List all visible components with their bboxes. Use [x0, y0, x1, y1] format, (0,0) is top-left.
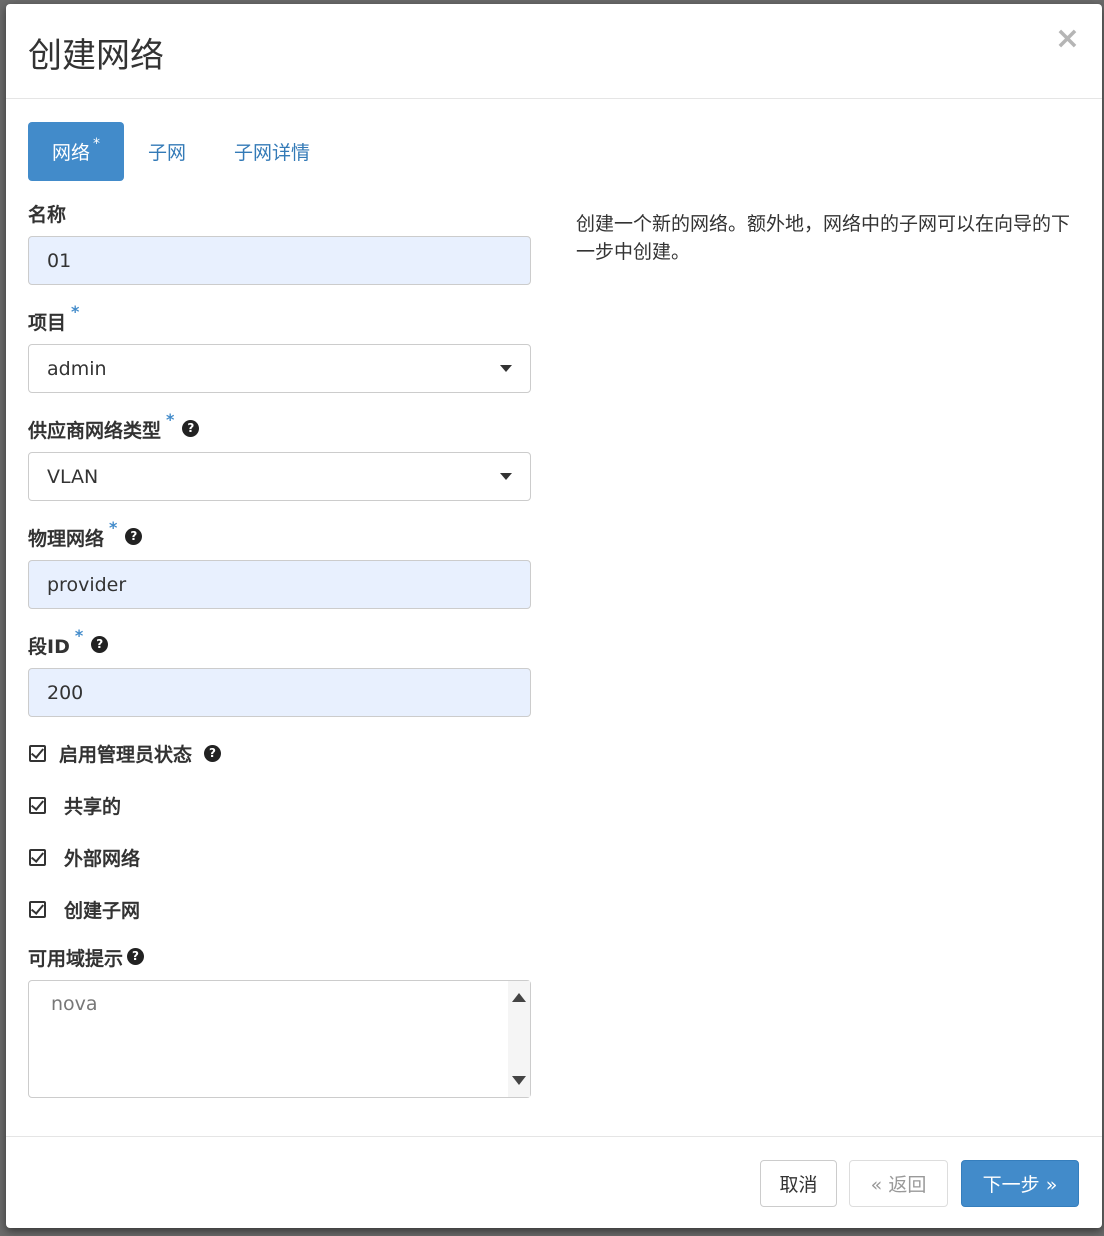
tab-network-label: 网络	[52, 142, 91, 164]
az-hints-label-text: 可用域提示	[28, 948, 124, 970]
segment-id-label: 段ID *?	[28, 626, 531, 658]
checkbox-admin-state[interactable]: 启用管理员状态 ?	[28, 740, 531, 766]
field-project: 项目 * admin	[28, 302, 531, 393]
close-icon[interactable]: ×	[1055, 24, 1080, 54]
field-physical-network: 物理网络 *? provider	[28, 518, 531, 609]
provider-type-label: 供应商网络类型 *?	[28, 410, 531, 442]
tab-subnet-label: 子网	[148, 142, 187, 164]
question-circle-icon[interactable]: ?	[182, 420, 200, 437]
checkbox-external-label: 外部网络	[64, 847, 141, 870]
question-circle-icon[interactable]: ?	[127, 948, 145, 965]
create-network-modal: 创建网络 × 网络 * 子网 子网详情 名称 01 项目 * admin 供应商网络…	[6, 4, 1102, 1228]
checkbox-checked-icon[interactable]	[29, 796, 46, 814]
help-description: 创建一个新的网络。额外地，网络中的子网可以在向导的下一步中创建。	[576, 213, 1071, 263]
name-label: 名称	[28, 200, 531, 226]
name-label-text: 名称	[28, 204, 67, 226]
az-hints-multiselect[interactable]: nova	[28, 980, 531, 1098]
checkbox-create-subnet-label: 创建子网	[64, 899, 141, 922]
required-marker: *	[74, 626, 84, 645]
tab-subnet[interactable]: 子网	[124, 122, 210, 181]
project-select-value: admin	[47, 357, 107, 380]
modal-header: 创建网络 ×	[6, 4, 1102, 99]
checkbox-checked-icon[interactable]	[29, 744, 46, 762]
caret-down-icon	[500, 365, 512, 372]
modal-title: 创建网络	[28, 36, 164, 76]
modal-footer: 取消 « 返回 下一步 »	[6, 1136, 1102, 1229]
checkbox-checked-icon[interactable]	[29, 900, 46, 918]
wizard-tabs: 网络 * 子网 子网详情	[28, 122, 334, 181]
project-label-text: 项目	[28, 312, 67, 334]
physical-network-label-text: 物理网络	[28, 528, 105, 550]
next-button[interactable]: 下一步 »	[961, 1160, 1079, 1207]
segment-id-label-text: 段ID	[28, 636, 70, 658]
az-hints-option[interactable]: nova	[51, 993, 508, 1015]
required-marker: *	[71, 302, 80, 321]
project-label: 项目 *	[28, 302, 531, 334]
network-form: 名称 01 项目 * admin 供应商网络类型 *? VLAN 物理网络 *? pr…	[28, 200, 531, 1121]
az-hints-label: 可用域提示?	[28, 944, 531, 970]
name-input[interactable]: 01	[28, 236, 531, 285]
checkbox-admin-state-label: 启用管理员状态	[59, 743, 193, 766]
field-segment-id: 段ID *? 200	[28, 626, 531, 717]
question-circle-icon[interactable]: ?	[91, 636, 109, 653]
tab-network[interactable]: 网络 *	[28, 122, 125, 181]
segment-id-input[interactable]: 200	[28, 668, 531, 717]
checkbox-checked-icon[interactable]	[29, 848, 46, 866]
field-provider-type: 供应商网络类型 *? VLAN	[28, 410, 531, 501]
checkbox-shared-label: 共享的	[64, 795, 122, 818]
field-name: 名称 01	[28, 200, 531, 285]
tab-subnet-details-label: 子网详情	[234, 142, 311, 164]
project-select[interactable]: admin	[28, 344, 531, 393]
provider-type-select-value: VLAN	[47, 465, 99, 488]
checkbox-create-subnet[interactable]: 创建子网	[28, 896, 531, 922]
physical-network-input[interactable]: provider	[28, 560, 531, 609]
scroll-down-icon[interactable]	[512, 1076, 526, 1085]
checkbox-shared[interactable]: 共享的	[28, 792, 531, 818]
checkbox-external[interactable]: 外部网络	[28, 844, 531, 870]
required-marker: *	[109, 518, 118, 537]
cancel-button[interactable]: 取消	[760, 1160, 837, 1207]
provider-type-select[interactable]: VLAN	[28, 452, 531, 501]
tab-subnet-details[interactable]: 子网详情	[210, 122, 334, 181]
back-button[interactable]: « 返回	[849, 1160, 948, 1207]
physical-network-label: 物理网络 *?	[28, 518, 531, 550]
provider-type-label-text: 供应商网络类型	[28, 420, 162, 442]
required-marker: *	[166, 410, 175, 429]
scrollbar[interactable]	[508, 981, 530, 1097]
field-az-hints: 可用域提示? nova	[28, 944, 531, 1098]
question-circle-icon[interactable]: ?	[125, 528, 143, 545]
question-circle-icon[interactable]: ?	[204, 744, 222, 762]
caret-down-icon	[500, 473, 512, 480]
required-marker: *	[93, 135, 101, 152]
scroll-up-icon[interactable]	[512, 993, 526, 1002]
